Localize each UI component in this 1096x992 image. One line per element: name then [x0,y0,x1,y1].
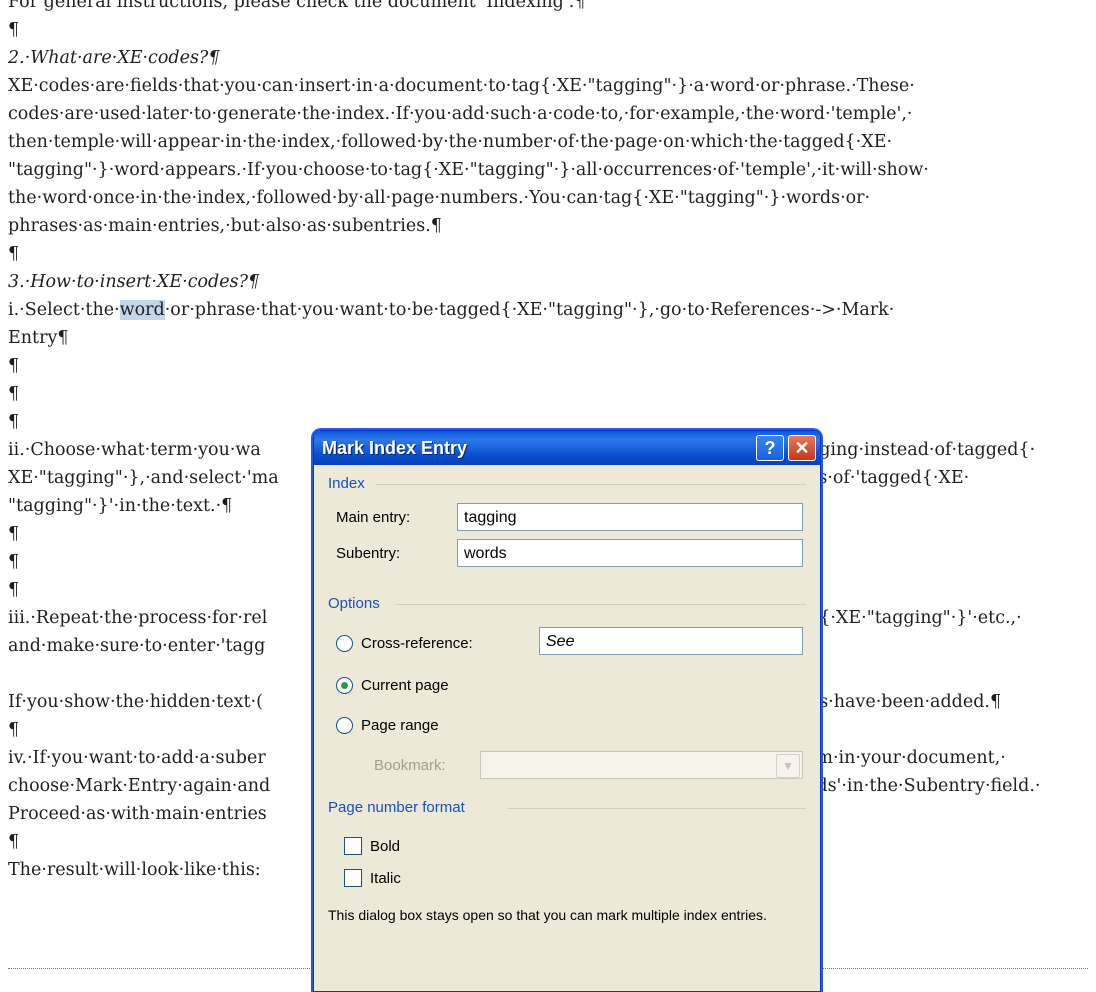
subentry-label-text: Subentry: [336,545,401,562]
document-line[interactable]: 2.·What·are·XE·codes?¶ [8,44,1090,72]
line-text-right: ds·have·been·added.¶ [808,692,1002,712]
line-text: the·word·once·in·the·index,·followed·by·… [8,188,871,208]
selected-word[interactable]: word [119,300,165,320]
document-line[interactable]: phrases·as·main·entries,·but·also·as·sub… [8,212,1090,240]
line-text: 2.·What·are·XE·codes?¶ [8,48,220,68]
bold-label: Bold [370,837,401,855]
bookmark-select: ▼ [480,751,803,779]
line-text: choose·Mark·Entry·again·and [8,776,271,796]
italic-checkbox-icon[interactable] [344,869,362,887]
document-line[interactable]: ¶ [8,240,1090,268]
document-line[interactable]: "tagging"·}·word·appears.·If·you·choose·… [8,156,1090,184]
line-text: "tagging"·}·word·appears.·If·you·choose·… [8,160,929,180]
page-number-format-heading: Page number format [328,795,806,821]
line-text: ¶ [8,20,20,40]
bookmark-label-text: Bookmark: [374,757,446,774]
line-text: Proceed·as·with·main·entries [8,804,267,824]
document-line[interactable]: i.·Select·the·word·or·phrase·that·you·wa… [8,296,1090,324]
subentry-input[interactable]: words [457,539,803,567]
line-text: and·make·sure·to·enter·'tagg [8,636,266,656]
subentry-label: Subentry: [336,545,400,562]
mark-index-entry-dialog: Mark Index Entry ? ✕ Index Main entry: t… [313,430,821,992]
line-text: ii.·Choose·what·term·you·wa [8,440,261,460]
dialog-title: Mark Index Entry [322,437,468,458]
italic-label: Italic [370,869,401,887]
line-text: ¶ [8,524,20,544]
cross-reference-label: Cross-reference: [361,635,473,652]
line-text: ¶ [8,580,20,600]
bold-checkbox[interactable]: Bold [344,837,400,855]
page-range-radio[interactable]: Page range [336,717,439,734]
italic-checkbox[interactable]: Italic [344,869,401,887]
page-number-format-label: Page number format [328,799,465,816]
line-text: codes·are·used·later·to·generate·the·ind… [8,104,913,124]
line-text: ¶ [8,412,20,432]
cross-reference-input[interactable]: See [539,627,803,655]
line-text-right: es·of·'tagged{·XE· [808,468,970,488]
line-text: ¶ [8,832,20,852]
line-text-right: rm·in·your·document,· [808,748,1006,768]
line-text: The·result·will·look·like·this: [8,860,261,880]
cross-reference-radio-icon[interactable] [336,635,353,652]
page-range-label: Page range [361,717,439,734]
document-line[interactable]: 3.·How·to·insert·XE·codes?¶ [8,268,1090,296]
document-line[interactable]: ¶ [8,16,1090,44]
document-line[interactable]: codes·are·used·later·to·generate·the·ind… [8,100,1090,128]
page-range-radio-icon[interactable] [336,717,353,734]
line-text: ·or·phrase·that·you·want·to·be·tagged{·X… [164,300,895,320]
document-line[interactable]: XE·codes·are·fields·that·you·can·insert·… [8,72,1090,100]
dialog-titlebar[interactable]: Mark Index Entry ? ✕ [314,431,820,465]
document-line[interactable]: ¶ [8,352,1090,380]
line-text: If·you·show·the·hidden·text·( [8,692,263,712]
line-text: ¶ [8,720,20,740]
document-line[interactable]: ¶ [8,380,1090,408]
line-text: iv.·If·you·want·to·add·a·suber [8,748,266,768]
main-entry-label: Main entry: [336,509,410,526]
options-group-heading: Options [328,591,806,617]
index-group-heading: Index [328,471,806,497]
current-page-label: Current page [361,677,449,694]
line-text: then·temple·will·appear·in·the·index,·fo… [8,132,893,152]
dialog-note: This dialog box stays open so that you c… [328,907,767,923]
line-text: i.·Select·the· [8,300,120,320]
close-icon[interactable]: ✕ [788,435,816,461]
bold-checkbox-icon[interactable] [344,837,362,855]
line-text-right: rds'·in·the·Subentry·field.· [808,776,1041,796]
document-line[interactable]: Entry¶ [8,324,1090,352]
current-page-radio[interactable]: Current page [336,677,449,694]
line-text: "tagging"·}'·in·the·text.·¶ [8,496,233,516]
line-text: phrases·as·main·entries,·but·also·as·sub… [8,216,442,236]
group-divider [376,484,806,485]
line-text: XE·"tagging"·},·and·select·'ma [8,468,279,488]
line-text: ¶ [8,356,20,376]
line-text-right: g{·XE·"tagging"·}'·etc.,· [808,608,1022,628]
line-text: iii.·Repeat·the·process·for·rel [8,608,268,628]
chevron-down-icon: ▼ [776,754,800,778]
line-text: 3.·How·to·insert·XE·codes?¶ [8,272,260,292]
main-entry-input[interactable]: tagging [457,503,803,531]
document-line[interactable]: the·word·once·in·the·index,·followed·by·… [8,184,1090,212]
document-line[interactable]: For general instructions, please check t… [8,0,1090,16]
dialog-content: Index Main entry: tagging Subentry: word… [314,465,820,985]
options-group-label: Options [328,595,380,612]
line-text: For general instructions, please check t… [8,0,586,12]
line-text-right: gging·instead·of·tagged{· [808,440,1036,460]
line-text: ¶ [8,552,20,572]
group-divider [508,808,806,809]
line-text: ¶ [8,244,20,264]
line-text: Entry¶ [8,328,69,348]
line-text: ¶ [8,384,20,404]
line-text: XE·codes·are·fields·that·you·can·insert·… [8,76,915,96]
group-divider [396,604,806,605]
cross-reference-radio[interactable]: Cross-reference: [336,635,473,652]
index-group-label: Index [328,475,365,492]
help-icon[interactable]: ? [756,435,784,461]
current-page-radio-icon[interactable] [336,677,353,694]
bookmark-label: Bookmark: [374,757,446,774]
main-entry-label-text: Main entry: [336,509,411,526]
document-line[interactable]: then·temple·will·appear·in·the·index,·fo… [8,128,1090,156]
